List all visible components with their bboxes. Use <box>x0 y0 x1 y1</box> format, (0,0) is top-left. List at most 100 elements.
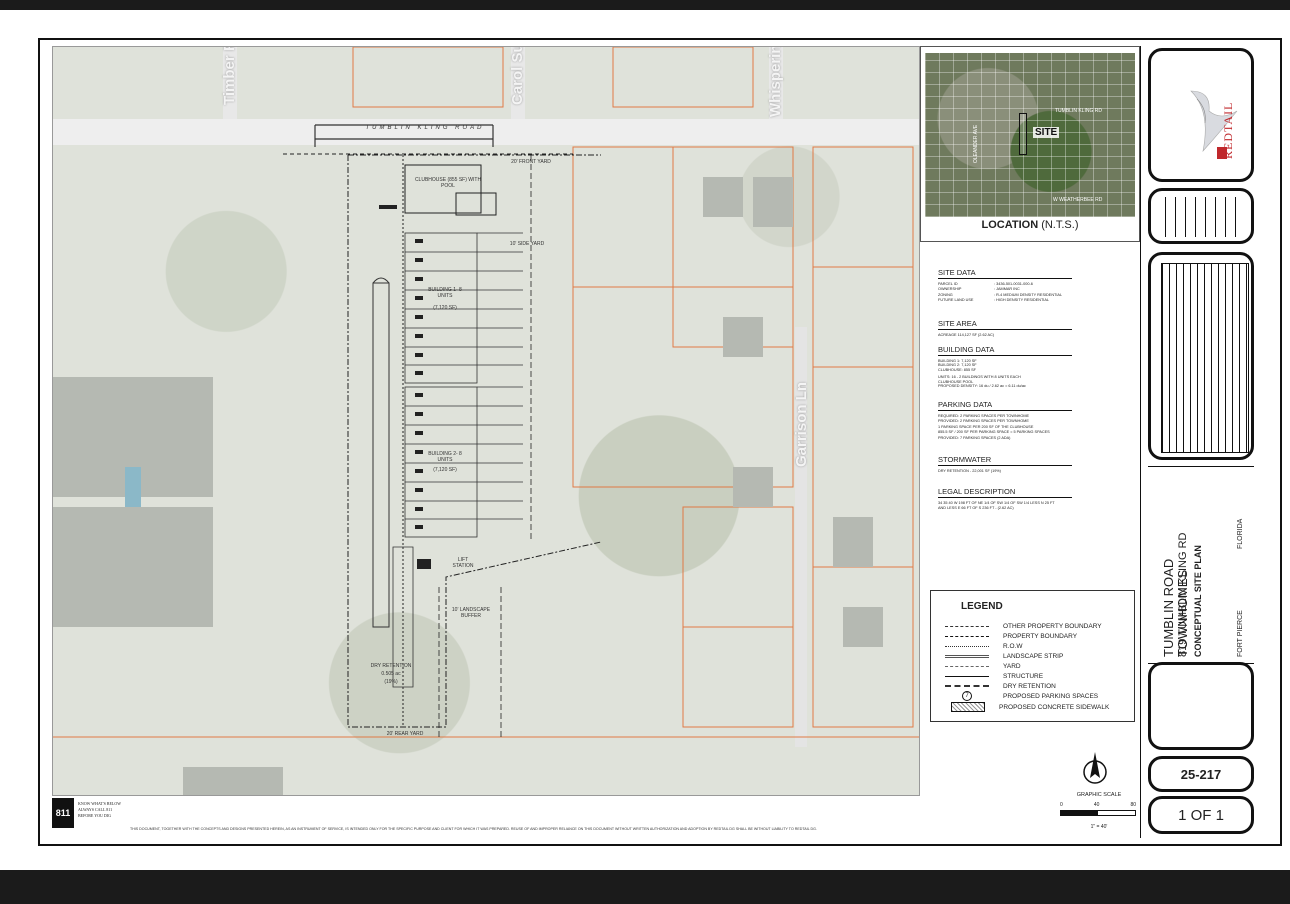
811-text: BEFORE YOU DIG <box>78 813 111 818</box>
street-label-carol-susan: Carol Susan Ln <box>509 46 526 105</box>
legend-panel: LEGEND OTHER PROPERTY BOUNDARY PROPERTY … <box>930 590 1135 722</box>
legal-description-section: LEGAL DESCRIPTION 34 35 40 W 198 FT OF N… <box>938 487 1072 512</box>
project-state: FLORIDA <box>1237 518 1244 549</box>
north-arrow-icon <box>1083 752 1107 784</box>
notes-table <box>1161 263 1249 453</box>
stormwater-line: DRY RETENTION - 22,001 SF (19%) <box>938 469 1001 473</box>
location-caption: LOCATION (N.T.S.) <box>921 219 1139 231</box>
title-block: REDTAIL TUMBLIN ROAD TOWNHOMES 819 TUMBL… <box>1140 46 1262 838</box>
site-data-key: FUTURE LAND USE <box>938 298 974 303</box>
legend-line-symbol <box>945 675 989 677</box>
loc-oleander-label: OLEANDER AVE <box>973 124 979 163</box>
dry-retention-area: 0.505 ac <box>381 671 401 677</box>
site-label: SITE <box>1033 127 1060 138</box>
neighbor-pool <box>125 467 141 507</box>
side-yard-label: 10' SIDE YARD <box>509 241 545 247</box>
scale-tick: 40 <box>1093 802 1100 808</box>
stormwater-heading: STORMWATER <box>938 455 1072 466</box>
landscape-buffer-label: 10' LANDSCAPE BUFFER <box>451 607 491 619</box>
building-2-label: BUILDING 2- 8 UNITS <box>428 451 462 463</box>
front-yard-label: 20' FRONT YARD <box>511 159 551 165</box>
clubhouse-label: CLUBHOUSE (855 SF) WITH POOL <box>414 177 482 189</box>
building-data-line: PROPOSED DENSITY: 16 du / 2.62 ac = 6.11… <box>938 384 1026 389</box>
street-label-whispering-pines: Whispering Pines Ln <box>767 47 784 117</box>
stormwater-section: STORMWATER DRY RETENTION - 22,001 SF (19… <box>938 455 1072 474</box>
scale-bar <box>1060 810 1136 816</box>
legend-line-symbol <box>945 625 989 627</box>
site-marker <box>1019 113 1027 155</box>
street-label-garrison: Garrison Ln <box>793 381 810 467</box>
call-811-logo: 811 KNOW WHAT'S BELOW ALWAYS CALL 811 BE… <box>52 798 130 832</box>
legend-item: PROPERTY BOUNDARY <box>945 631 1131 641</box>
building-2-area: (7,120 SF) <box>433 467 457 473</box>
legend-line-symbol <box>945 665 989 667</box>
revision-box <box>1148 188 1254 244</box>
legend-label: LANDSCAPE STRIP <box>1003 652 1064 660</box>
legend-label: OTHER PROPERTY BOUNDARY <box>1003 622 1102 630</box>
redtail-hawk-logo <box>1190 90 1238 159</box>
job-number: 25-217 <box>1180 767 1222 782</box>
site-data-section: SITE DATA PARCEL ID: 3436-501-0031-000-6… <box>938 268 1072 304</box>
graphic-scale-label: GRAPHIC SCALE <box>1076 792 1122 798</box>
sheet-number-box: 1 OF 1 <box>1148 796 1254 834</box>
legend-item: STRUCTURE <box>945 671 1131 681</box>
stamp-box <box>1148 662 1254 750</box>
sheet-title: CONCEPTUAL SITE PLAN <box>1193 545 1203 657</box>
legal-heading: LEGAL DESCRIPTION <box>938 487 1072 498</box>
logo-box: REDTAIL <box>1148 48 1254 182</box>
legend-item: LANDSCAPE STRIP <box>945 651 1131 661</box>
legend-label: DRY RETENTION <box>1003 682 1056 690</box>
legend-item: 7 PROPOSED PARKING SPACES <box>945 691 1131 701</box>
parking-data-heading: PARKING DATA <box>938 400 1072 411</box>
clubhouse-pool <box>455 192 497 216</box>
building-data-section: BUILDING DATA BUILDING 1: 7,120 SF BUILD… <box>938 345 1072 388</box>
legend-item: OTHER PROPERTY BOUNDARY <box>945 621 1131 631</box>
legend-title: LEGEND <box>961 601 1003 612</box>
aerial-site-plan: Timber Ridge Ln Carol Susan Ln Whisperin… <box>52 46 920 796</box>
legend-label: YARD <box>1003 662 1021 670</box>
legend-line-symbol <box>945 654 989 658</box>
legend-item: DRY RETENTION <box>945 681 1131 691</box>
legend-item: PROPOSED CONCRETE SIDEWALK <box>945 702 1131 712</box>
811-text: KNOW WHAT'S BELOW <box>78 801 122 806</box>
site-plan-drawing <box>53 47 919 795</box>
parking-data-section: PARKING DATA REQUIRED: 2 PARKING SPACES … <box>938 400 1072 441</box>
drive-aisle <box>372 282 390 628</box>
legend-item: R.O.W <box>945 641 1131 651</box>
site-data-value: : HIGH DENSITY RESIDENTIAL <box>994 298 1049 303</box>
project-title-area: TUMBLIN ROAD TOWNHOMES 819 TUMBLIN KLING… <box>1148 466 1254 664</box>
building-1-label: BUILDING 1- 8 UNITS <box>428 287 462 299</box>
811-badge: 811 <box>52 798 74 828</box>
dry-retention-label: DRY RETENTION <box>370 663 412 669</box>
legend-label: PROPOSED CONCRETE SIDEWALK <box>999 703 1110 711</box>
loc-weatherbee-label: W WEATHERBEE RD <box>1053 197 1103 203</box>
parking-count-icon: 7 <box>962 691 972 701</box>
legend-label: R.O.W <box>1003 642 1023 650</box>
disclaimer: THIS DOCUMENT, TOGETHER WITH THE CONCEPT… <box>130 827 817 831</box>
legend-line-symbol <box>945 635 989 637</box>
site-data-heading: SITE DATA <box>938 268 1072 279</box>
location-title: LOCATION <box>981 219 1039 231</box>
sidewalk-symbol <box>951 702 985 712</box>
site-area-line: ACREAGE 114,127 SF (2.62 AC) <box>938 333 995 337</box>
revision-table <box>1165 197 1245 237</box>
street-label-timber-ridge: Timber Ridge Ln <box>221 47 238 105</box>
tumblin-kling-road <box>53 119 919 145</box>
parking-data-line: PROVIDED: 7 PARKING SPACES (2 ADA) <box>938 435 1011 440</box>
clubhouse <box>404 164 482 214</box>
neighbor-buildings <box>53 177 883 795</box>
location-map: SITE TUMBLIN KLING RD W WEATHERBEE RD OL… <box>925 53 1135 217</box>
legal-line: AND LESS E 66 FT OF S 236 FT - (2.62 AC) <box>938 506 1014 511</box>
building-data-heading: BUILDING DATA <box>938 345 1072 356</box>
legend-label: STRUCTURE <box>1003 672 1044 680</box>
loc-tumblin-label: TUMBLIN KLING RD <box>1055 108 1102 114</box>
location-nts: (N.T.S.) <box>1041 219 1079 231</box>
rear-yard-label: 20' REAR YARD <box>386 731 424 737</box>
notes-box <box>1148 252 1254 460</box>
location-map-panel: SITE TUMBLIN KLING RD W WEATHERBEE RD OL… <box>920 46 1140 242</box>
scale-ratio: 1" = 40' <box>1090 824 1108 830</box>
parking-symbol: 7 <box>945 691 989 701</box>
scale-tick: 80 <box>1130 802 1136 808</box>
redtail-wordmark: REDTAIL <box>1221 101 1235 159</box>
811-text: ALWAYS CALL 811 <box>78 807 113 812</box>
